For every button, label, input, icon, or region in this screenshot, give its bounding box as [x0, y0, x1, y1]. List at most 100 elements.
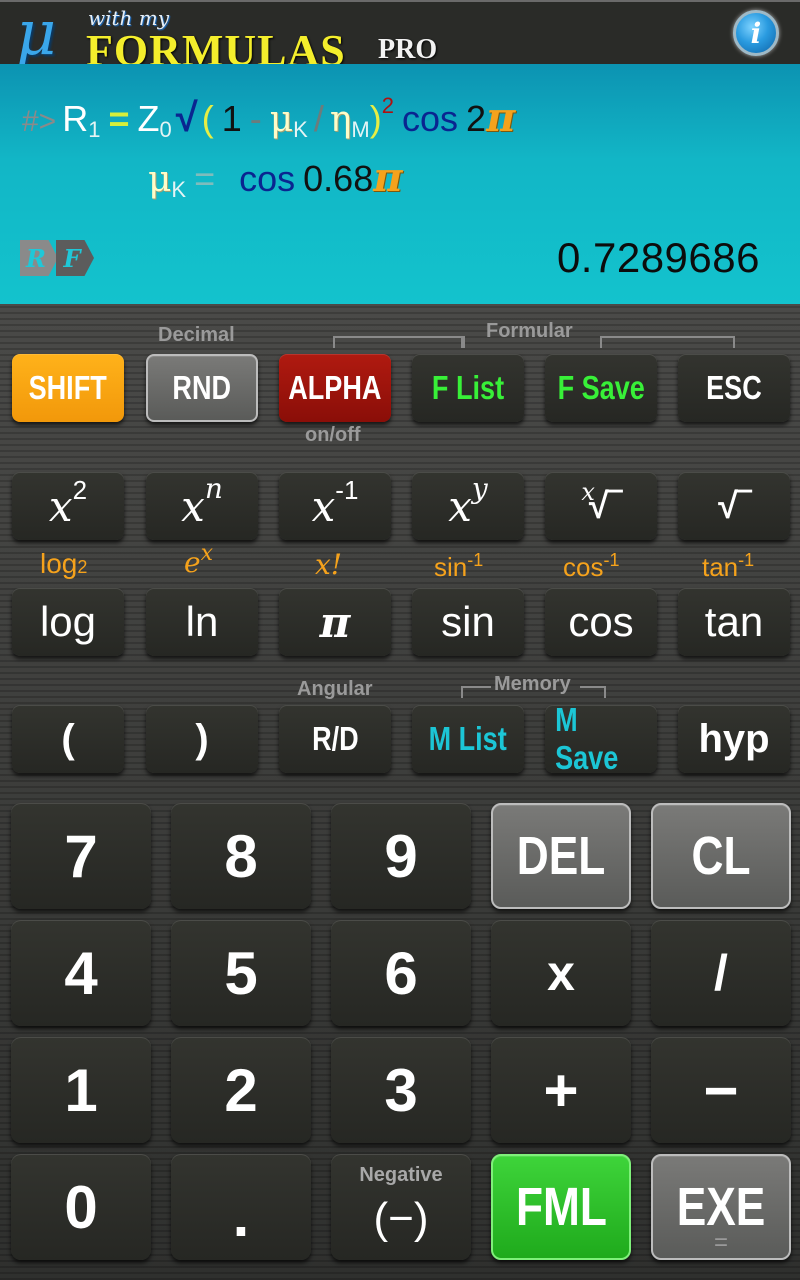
- asin-label: sin-1: [434, 550, 484, 582]
- formula-coef: 2: [466, 98, 487, 139]
- equals-icon: =: [713, 1229, 729, 1256]
- on-off-label: on/off: [305, 424, 361, 446]
- logo-mu-icon: μ: [16, 0, 57, 64]
- exe-button[interactable]: EXE =: [651, 1154, 791, 1260]
- formula-mu: μ: [269, 99, 294, 140]
- minus-button[interactable]: −: [651, 1037, 791, 1143]
- ln-button[interactable]: ln: [146, 588, 258, 656]
- log2-label: log2: [40, 548, 88, 579]
- reciprocal-button[interactable]: x -1: [279, 472, 391, 540]
- info-button[interactable]: i: [733, 10, 779, 56]
- variable-line: μ K = cos 0.68 π: [148, 154, 403, 204]
- pi-button[interactable]: π: [279, 588, 391, 656]
- digit-1-button[interactable]: 1: [11, 1037, 151, 1143]
- digit-8-button[interactable]: 8: [171, 803, 311, 909]
- decimal-point-button[interactable]: .: [171, 1154, 311, 1260]
- digit-9-button[interactable]: 9: [331, 803, 471, 909]
- digit-4-button[interactable]: 4: [11, 920, 151, 1026]
- clear-button[interactable]: CL: [651, 803, 791, 909]
- sqrt-icon: √: [175, 96, 198, 140]
- decimal-label: Decimal: [158, 324, 235, 346]
- open-paren-button[interactable]: (: [12, 705, 124, 773]
- exp-label: ex: [184, 541, 213, 579]
- square-button[interactable]: x2: [12, 472, 124, 540]
- acos-label: cos-1: [563, 550, 620, 582]
- power-y-button[interactable]: xy: [412, 472, 524, 540]
- pi-key-icon: π: [319, 597, 351, 647]
- formula-lhs-var: R: [62, 98, 89, 139]
- plus-button[interactable]: +: [491, 1037, 631, 1143]
- digit-7-button[interactable]: 7: [11, 803, 151, 909]
- variable-mu-sub: K: [171, 177, 187, 202]
- memory-label: Memory: [494, 673, 571, 695]
- sqrt-button[interactable]: √‾: [678, 472, 790, 540]
- formula-equals: =: [108, 98, 130, 139]
- app-header: μ with my FORMULAS PRO i: [0, 0, 800, 64]
- formula-slash: /: [313, 98, 324, 139]
- formular-bracket-right: [600, 336, 735, 348]
- close-paren-button[interactable]: ): [146, 705, 258, 773]
- f-save-button[interactable]: F Save: [545, 354, 657, 422]
- esc-button[interactable]: ESC: [678, 354, 790, 422]
- r-icon: R: [20, 240, 58, 276]
- multiply-button[interactable]: x: [491, 920, 631, 1026]
- formular-label: Formular: [486, 320, 573, 342]
- calculator-display: #> R 1 = Z 0 √ ( 1 - μ K / η M ) 2 cos 2…: [0, 64, 800, 304]
- formula-line: #> R 1 = Z 0 √ ( 1 - μ K / η M ) 2 cos 2…: [22, 93, 516, 144]
- formula-eta-sub: M: [351, 117, 370, 142]
- memory-bracket-left: [461, 686, 491, 698]
- formula-close-paren: ): [369, 98, 382, 139]
- sin-button[interactable]: sin: [412, 588, 524, 656]
- m-list-button[interactable]: M List: [412, 705, 524, 773]
- logo-pro: PRO: [378, 34, 438, 64]
- angular-label: Angular: [297, 678, 373, 700]
- variable-value: 0.68: [303, 158, 374, 199]
- fml-button[interactable]: FML: [491, 1154, 631, 1260]
- pi-icon: π: [486, 94, 516, 141]
- f-list-button[interactable]: F List: [412, 354, 524, 422]
- digit-2-button[interactable]: 2: [171, 1037, 311, 1143]
- formula-exponent: 2: [381, 93, 394, 118]
- digit-5-button[interactable]: 5: [171, 920, 311, 1026]
- info-icon: i: [750, 16, 762, 50]
- factorial-label: x!: [315, 548, 343, 581]
- result-value: 0.7289686: [556, 234, 760, 281]
- formula-z-sub: 0: [159, 117, 172, 142]
- f-icon: F: [56, 240, 94, 276]
- digit-0-button[interactable]: 0: [11, 1154, 151, 1260]
- formular-bracket-tick: [463, 336, 465, 348]
- negative-label: Negative: [359, 1164, 443, 1186]
- negative-button[interactable]: Negative (−): [331, 1154, 471, 1260]
- formular-bracket-left: [333, 336, 463, 348]
- divide-button[interactable]: /: [651, 920, 791, 1026]
- pi-icon: π: [373, 154, 403, 201]
- formula-open-paren: (: [201, 98, 214, 139]
- cos-button[interactable]: cos: [545, 588, 657, 656]
- formula-z-var: Z: [137, 98, 160, 139]
- memory-bracket-right: [580, 686, 606, 698]
- formular-bracket-tick2: [600, 336, 602, 348]
- sqrt-key-icon: √‾: [718, 485, 750, 526]
- del-button[interactable]: DEL: [491, 803, 631, 909]
- formula-lhs-sub: 1: [88, 117, 101, 142]
- digit-3-button[interactable]: 3: [331, 1037, 471, 1143]
- nth-root-button[interactable]: x √‾: [545, 472, 657, 540]
- formula-minus: -: [249, 98, 262, 139]
- formula-mu-sub: K: [293, 117, 308, 142]
- hyp-button[interactable]: hyp: [678, 705, 790, 773]
- shift-button[interactable]: SHIFT: [12, 354, 124, 422]
- rad-deg-button[interactable]: R/D: [279, 705, 391, 773]
- keypad: Decimal Formular SHIFT RND ALPHA F List …: [0, 304, 800, 1280]
- tan-button[interactable]: tan: [678, 588, 790, 656]
- power-n-button[interactable]: xn: [146, 472, 258, 540]
- variable-equals: =: [194, 158, 216, 199]
- prompt: #>: [22, 105, 57, 138]
- alpha-button[interactable]: ALPHA: [279, 354, 391, 422]
- rnd-button[interactable]: RND: [146, 354, 258, 422]
- variable-mu: μ: [148, 159, 172, 200]
- rf-mode-icon[interactable]: R F: [20, 240, 94, 276]
- m-save-button[interactable]: M Save: [545, 701, 657, 776]
- digit-6-button[interactable]: 6: [331, 920, 471, 1026]
- formula-one: 1: [221, 98, 242, 139]
- log-button[interactable]: log: [12, 588, 124, 656]
